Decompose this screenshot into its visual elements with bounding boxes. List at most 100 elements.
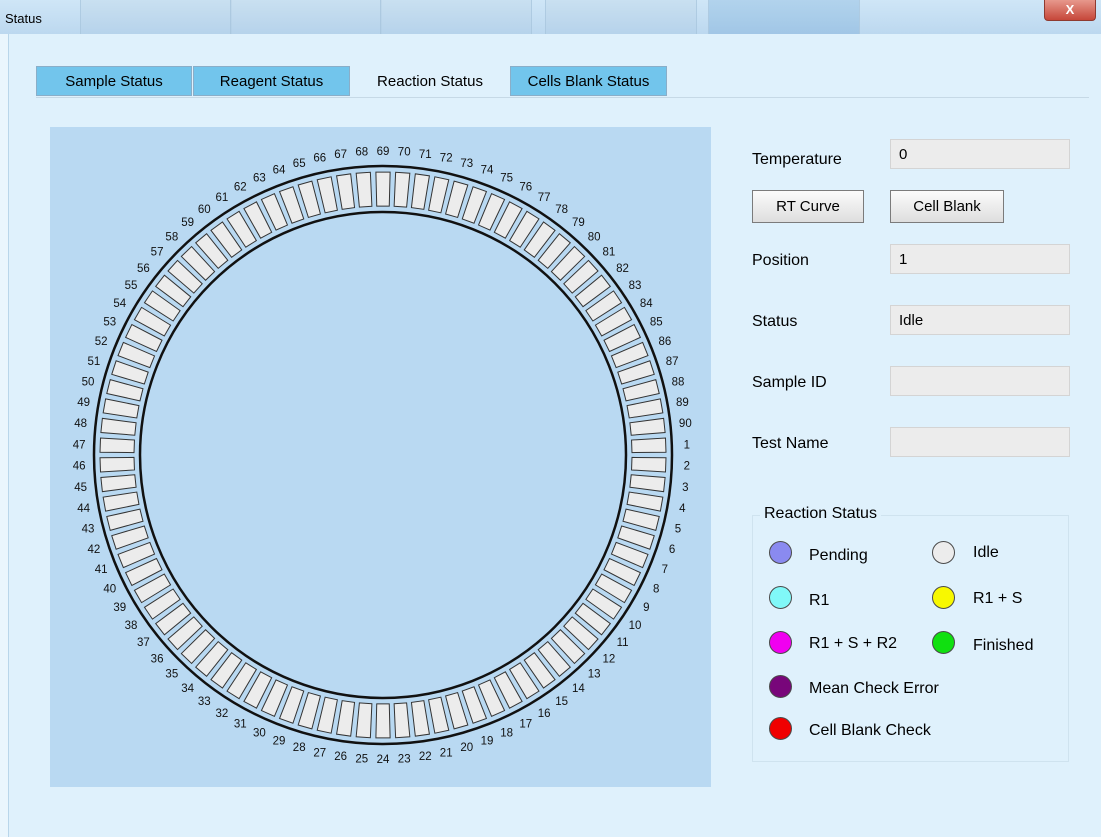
reaction-cell-47[interactable] <box>99 437 135 454</box>
pending-color-icon <box>769 541 792 564</box>
reaction-cell-67[interactable] <box>336 173 356 210</box>
position-label-89: 89 <box>676 397 689 409</box>
position-label-67: 67 <box>334 149 347 161</box>
position-label-2: 2 <box>684 461 690 473</box>
reaction-cell-90[interactable] <box>629 417 666 436</box>
position-label-83: 83 <box>629 280 642 292</box>
rt-curve-button[interactable]: RT Curve <box>752 190 864 223</box>
status-field[interactable]: Idle <box>890 305 1070 335</box>
test-name-field[interactable] <box>890 427 1070 457</box>
legend-r1-s-label: R1 + S <box>973 590 1023 607</box>
position-label-78: 78 <box>555 204 568 216</box>
position-field[interactable]: 1 <box>890 244 1070 274</box>
window-title: Status <box>5 11 42 26</box>
temperature-label: Temperature <box>752 151 842 168</box>
reaction-cell-72[interactable] <box>428 176 450 214</box>
tab-divider <box>36 97 1089 98</box>
reaction-cell-70[interactable] <box>393 171 411 208</box>
position-label-4: 4 <box>679 503 686 515</box>
reaction-cell-4[interactable] <box>626 491 664 512</box>
tab-reaction-status[interactable]: Reaction Status <box>351 66 509 98</box>
tab-cells-blank-status[interactable]: Cells Blank Status <box>510 66 667 96</box>
reaction-cell-25[interactable] <box>355 702 373 739</box>
position-label-3: 3 <box>682 482 688 494</box>
position-label-44: 44 <box>77 503 90 515</box>
position-label-17: 17 <box>519 718 532 730</box>
finished-color-icon <box>932 631 955 654</box>
reaction-cell-88[interactable] <box>622 379 660 402</box>
position-label-31: 31 <box>234 718 247 730</box>
reaction-cell-43[interactable] <box>106 508 144 531</box>
reaction-cell-5[interactable] <box>622 508 660 531</box>
position-label-29: 29 <box>273 736 286 748</box>
reaction-cell-45[interactable] <box>100 474 137 493</box>
position-label-76: 76 <box>519 182 532 194</box>
reaction-cell-46[interactable] <box>99 456 135 473</box>
reaction-cell-68[interactable] <box>355 171 373 208</box>
reaction-cell-23[interactable] <box>393 702 411 739</box>
position-label-41: 41 <box>95 564 108 576</box>
reaction-cell-26[interactable] <box>336 700 356 737</box>
position-label-24: 24 <box>377 754 390 766</box>
position-label-7: 7 <box>662 564 668 576</box>
reaction-cell-24[interactable] <box>375 703 391 739</box>
position-label-53: 53 <box>103 317 116 329</box>
position-label-20: 20 <box>460 742 473 754</box>
reaction-cell-3[interactable] <box>629 474 666 493</box>
reaction-cell-69[interactable] <box>375 171 391 207</box>
position-label-55: 55 <box>125 280 138 292</box>
reaction-cell-48[interactable] <box>100 417 137 436</box>
tab-reagent-status[interactable]: Reagent Status <box>193 66 350 96</box>
reaction-cell-71[interactable] <box>410 173 430 210</box>
sample-id-field[interactable] <box>890 366 1070 396</box>
position-label-72: 72 <box>440 153 453 165</box>
reaction-cell-89[interactable] <box>626 398 664 419</box>
test-name-label: Test Name <box>752 435 829 452</box>
position-label-50: 50 <box>82 376 95 388</box>
position-label-85: 85 <box>650 317 663 329</box>
legend-title: Reaction Status <box>760 505 881 523</box>
sample-id-label: Sample ID <box>752 374 827 391</box>
position-label-70: 70 <box>398 147 411 159</box>
reaction-cell-66[interactable] <box>316 176 338 214</box>
position-label-75: 75 <box>500 172 513 184</box>
position-label-46: 46 <box>73 461 86 473</box>
position-label-62: 62 <box>234 182 247 194</box>
reaction-cell-27[interactable] <box>316 696 338 734</box>
cell-blank-button[interactable]: Cell Blank <box>890 190 1004 223</box>
background-toolbar-item <box>708 0 860 34</box>
status-window: Status X Sample Status Reagent Status Re… <box>0 0 1101 837</box>
reaction-cell-2[interactable] <box>631 456 667 473</box>
position-label-54: 54 <box>113 298 126 310</box>
position-label-33: 33 <box>198 696 211 708</box>
position-label-63: 63 <box>253 172 266 184</box>
reaction-cell-44[interactable] <box>102 491 140 512</box>
reaction-cell-1[interactable] <box>631 437 667 454</box>
temperature-field[interactable]: 0 <box>890 139 1070 169</box>
position-label-59: 59 <box>181 217 194 229</box>
position-label-27: 27 <box>313 747 326 759</box>
r1-color-icon <box>769 586 792 609</box>
tab-sample-status[interactable]: Sample Status <box>36 66 192 96</box>
position-label-71: 71 <box>419 149 432 161</box>
reaction-cell-50[interactable] <box>106 379 144 402</box>
legend-finished-label: Finished <box>973 637 1034 654</box>
reaction-cell-49[interactable] <box>102 398 140 419</box>
close-button[interactable]: X <box>1044 0 1096 21</box>
position-label-90: 90 <box>679 418 692 430</box>
legend-r1-label: R1 <box>809 592 830 609</box>
position-label-73: 73 <box>460 158 473 170</box>
position-label-21: 21 <box>440 747 453 759</box>
position-label-28: 28 <box>293 742 306 754</box>
position-label-56: 56 <box>137 263 150 275</box>
reaction-cell-22[interactable] <box>410 700 430 737</box>
background-toolbar-item <box>230 0 382 34</box>
position-label-18: 18 <box>500 728 513 740</box>
reaction-cell-21[interactable] <box>428 696 450 734</box>
title-bar: Status X <box>0 0 1101 34</box>
position-label-43: 43 <box>82 524 95 536</box>
position-label-60: 60 <box>198 204 211 216</box>
plate-outer-ring <box>92 164 674 746</box>
position-label-58: 58 <box>165 231 178 243</box>
position-label-6: 6 <box>669 544 675 556</box>
